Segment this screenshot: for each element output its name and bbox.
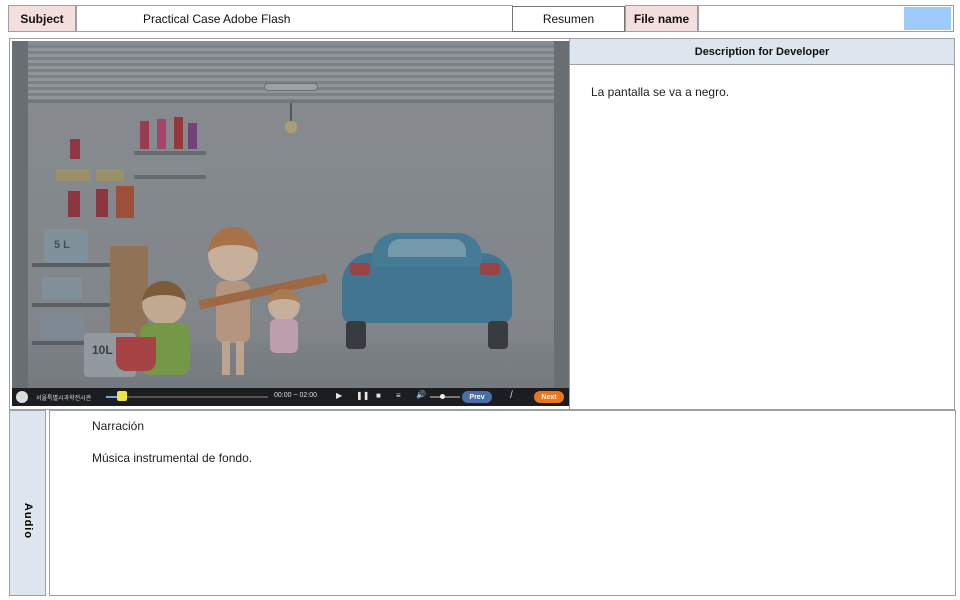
stop-icon[interactable]: ■ [376,391,381,400]
developer-panel-title: Description for Developer [570,39,954,65]
prev-button[interactable]: Prev [462,391,492,403]
scene-dim-overlay [12,41,569,388]
prev-button-label: Prev [469,393,485,401]
play-icon[interactable]: ▶ [336,391,342,400]
subject-label-text: Subject [20,11,64,26]
audio-side-label: Audio [9,410,46,596]
page-separator: / [510,390,513,401]
menu-icon[interactable]: ≡ [396,391,401,400]
subject-value: Practical Case Adobe Flash [76,5,513,32]
pause-icon[interactable]: ❚❚ [356,391,369,400]
subject-label: Subject [8,5,76,32]
narration-label: Narración [92,419,145,433]
seek-track[interactable] [106,396,268,398]
volume-handle[interactable] [440,394,445,399]
developer-description: La pantalla se va a negro. [591,85,730,99]
audio-panel: Narración Música instrumental de fondo. [49,410,956,596]
summary-button-label: Resumen [542,12,595,26]
volume-icon[interactable]: 🔊 [416,390,426,399]
file-name-color-swatch [904,7,951,30]
video-scene[interactable]: 5 L 10L [12,41,569,388]
developer-panel-title-text: Description for Developer [694,45,830,58]
music-description: Música instrumental de fondo. [92,451,253,465]
next-button-label: Next [541,393,557,401]
summary-button[interactable]: Resumen [512,6,625,32]
seek-handle[interactable] [117,391,128,401]
museum-logo-text: 서울특별시과학전시관 [36,396,92,402]
file-name-label: File name [625,5,698,32]
developer-panel: Description for Developer La pantalla se… [569,38,955,410]
time-display: 00:00 ~ 02:00 [274,392,318,399]
museum-logo-icon [16,391,28,403]
audio-side-label-text: Audio [22,502,34,540]
next-button[interactable]: Next [534,391,564,403]
media-player-bar: 서울특별시과학전시관 00:00 ~ 02:00 ▶ ❚❚ ■ ≡ 🔊 Prev… [12,388,569,406]
volume-track[interactable] [430,394,460,399]
subject-value-text: Practical Case Adobe Flash [143,11,291,26]
file-name-label-text: File name [633,11,690,26]
